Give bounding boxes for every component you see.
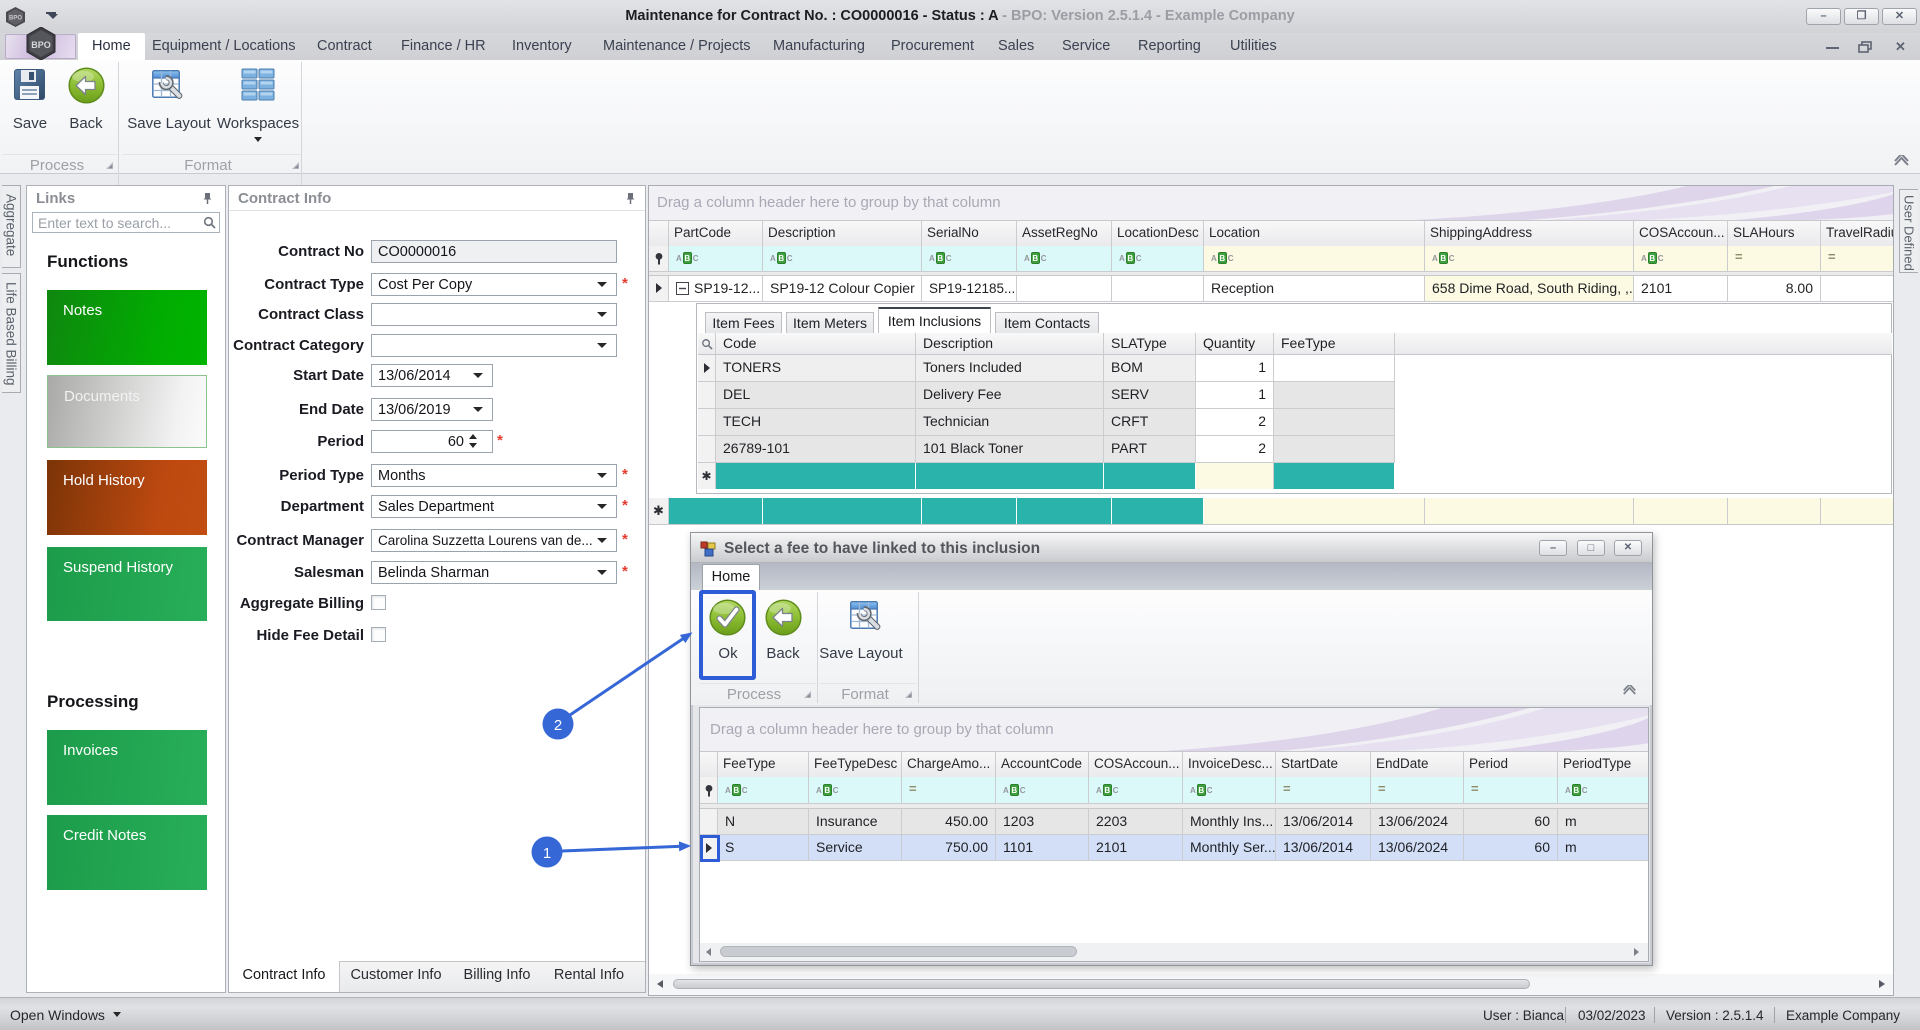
- svg-text:BPO: BPO: [31, 40, 51, 50]
